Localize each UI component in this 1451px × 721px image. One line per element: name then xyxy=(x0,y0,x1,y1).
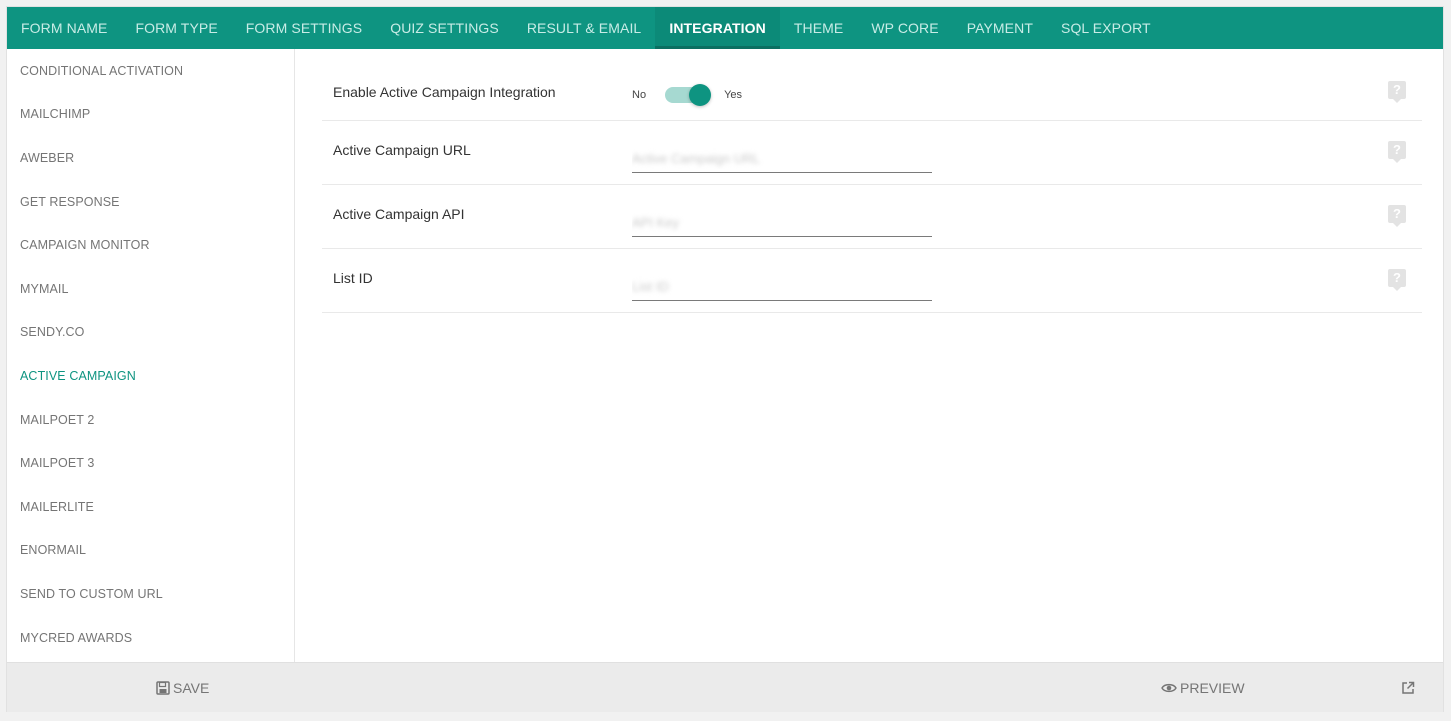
integration-settings-panel: Enable Active Campaign Integration No Ye… xyxy=(296,49,1444,662)
campaign-url-field xyxy=(632,139,932,173)
bubble-tail xyxy=(1393,287,1401,291)
list-id-input[interactable] xyxy=(632,267,932,297)
top-tab-bar: FORM NAME FORM TYPE FORM SETTINGS QUIZ S… xyxy=(7,7,1443,49)
sidebar-item-send-to-custom-url[interactable]: SEND TO CUSTOM URL xyxy=(7,572,294,616)
list-id-label: List ID xyxy=(333,270,373,286)
campaign-api-input[interactable] xyxy=(632,203,932,233)
help-icon[interactable]: ? xyxy=(1388,141,1406,163)
campaign-url-label: Active Campaign URL xyxy=(333,142,471,158)
sidebar-item-mailpoet-2[interactable]: MAILPOET 2 xyxy=(7,398,294,442)
integration-sidebar: CONDITIONAL ACTIVATION MAILCHIMP AWEBER … xyxy=(7,49,295,662)
sidebar-item-mailpoet-3[interactable]: MAILPOET 3 xyxy=(7,441,294,485)
campaign-url-row: Active Campaign URL ? xyxy=(322,121,1422,185)
sidebar-item-mycred-awards[interactable]: MYCRED AWARDS xyxy=(7,616,294,660)
preview-label: PREVIEW xyxy=(1180,680,1245,696)
switch-knob[interactable] xyxy=(689,84,712,106)
list-id-row: List ID ? xyxy=(322,249,1422,313)
help-icon[interactable]: ? xyxy=(1388,269,1406,291)
campaign-api-label: Active Campaign API xyxy=(333,206,465,222)
tab-quiz-settings[interactable]: QUIZ SETTINGS xyxy=(376,7,513,49)
bubble-tail xyxy=(1393,159,1401,163)
tab-sql-export[interactable]: SQL EXPORT xyxy=(1047,7,1165,49)
enable-integration-toggle-group: No Yes xyxy=(632,83,742,107)
enable-integration-label: Enable Active Campaign Integration xyxy=(333,84,556,100)
question-bubble-icon: ? xyxy=(1388,269,1406,287)
tab-theme[interactable]: THEME xyxy=(780,7,858,49)
toggle-yes-label: Yes xyxy=(724,89,743,101)
sidebar-item-mailerlite[interactable]: MAILERLITE xyxy=(7,485,294,529)
tab-wp-core[interactable]: WP CORE xyxy=(857,7,952,49)
sidebar-item-aweber[interactable]: AWEBER xyxy=(7,136,294,180)
tab-form-settings[interactable]: FORM SETTINGS xyxy=(232,7,376,49)
tab-form-name[interactable]: FORM NAME xyxy=(7,7,121,49)
help-icon[interactable]: ? xyxy=(1388,205,1406,227)
sidebar-item-mailchimp[interactable]: MAILCHIMP xyxy=(7,93,294,137)
footer-toolbar: SAVE PREVIEW xyxy=(7,662,1443,712)
external-link-icon xyxy=(1402,681,1415,694)
bubble-tail xyxy=(1393,223,1401,227)
campaign-url-input[interactable] xyxy=(632,139,932,169)
save-button[interactable]: SAVE xyxy=(156,663,209,713)
floppy-disk-icon xyxy=(156,681,170,695)
campaign-api-field xyxy=(632,203,932,237)
sidebar-item-enormail[interactable]: ENORMAIL xyxy=(7,529,294,573)
save-label: SAVE xyxy=(173,680,210,696)
sidebar-item-get-response[interactable]: GET RESPONSE xyxy=(7,180,294,224)
tab-integration[interactable]: INTEGRATION xyxy=(655,7,780,49)
tab-payment[interactable]: PAYMENT xyxy=(953,7,1047,49)
open-external-button[interactable] xyxy=(1401,663,1418,713)
help-icon[interactable]: ? xyxy=(1388,81,1406,103)
preview-button[interactable]: PREVIEW xyxy=(1161,663,1245,713)
question-bubble-icon: ? xyxy=(1388,205,1406,223)
sidebar-item-conditional-activation[interactable]: CONDITIONAL ACTIVATION xyxy=(7,49,294,93)
sidebar-item-sendy[interactable]: SENDY.CO xyxy=(7,311,294,355)
sidebar-item-campaign-monitor[interactable]: CAMPAIGN MONITOR xyxy=(7,223,294,267)
question-bubble-icon: ? xyxy=(1388,81,1406,99)
sidebar-item-mymail[interactable]: MYMAIL xyxy=(7,267,294,311)
enable-integration-switch[interactable] xyxy=(665,83,712,107)
list-id-field xyxy=(632,267,932,301)
eye-icon xyxy=(1161,683,1177,693)
bubble-tail xyxy=(1393,99,1401,103)
sidebar-item-active-campaign[interactable]: ACTIVE CAMPAIGN xyxy=(7,354,294,398)
form-builder-panel: FORM NAME FORM TYPE FORM SETTINGS QUIZ S… xyxy=(6,6,1444,712)
enable-integration-row: Enable Active Campaign Integration No Ye… xyxy=(322,49,1422,121)
question-bubble-icon: ? xyxy=(1388,141,1406,159)
campaign-api-row: Active Campaign API ? xyxy=(322,185,1422,249)
tab-result-email[interactable]: RESULT & EMAIL xyxy=(513,7,655,49)
toggle-no-label: No xyxy=(632,89,647,101)
tab-form-type[interactable]: FORM TYPE xyxy=(121,7,231,49)
